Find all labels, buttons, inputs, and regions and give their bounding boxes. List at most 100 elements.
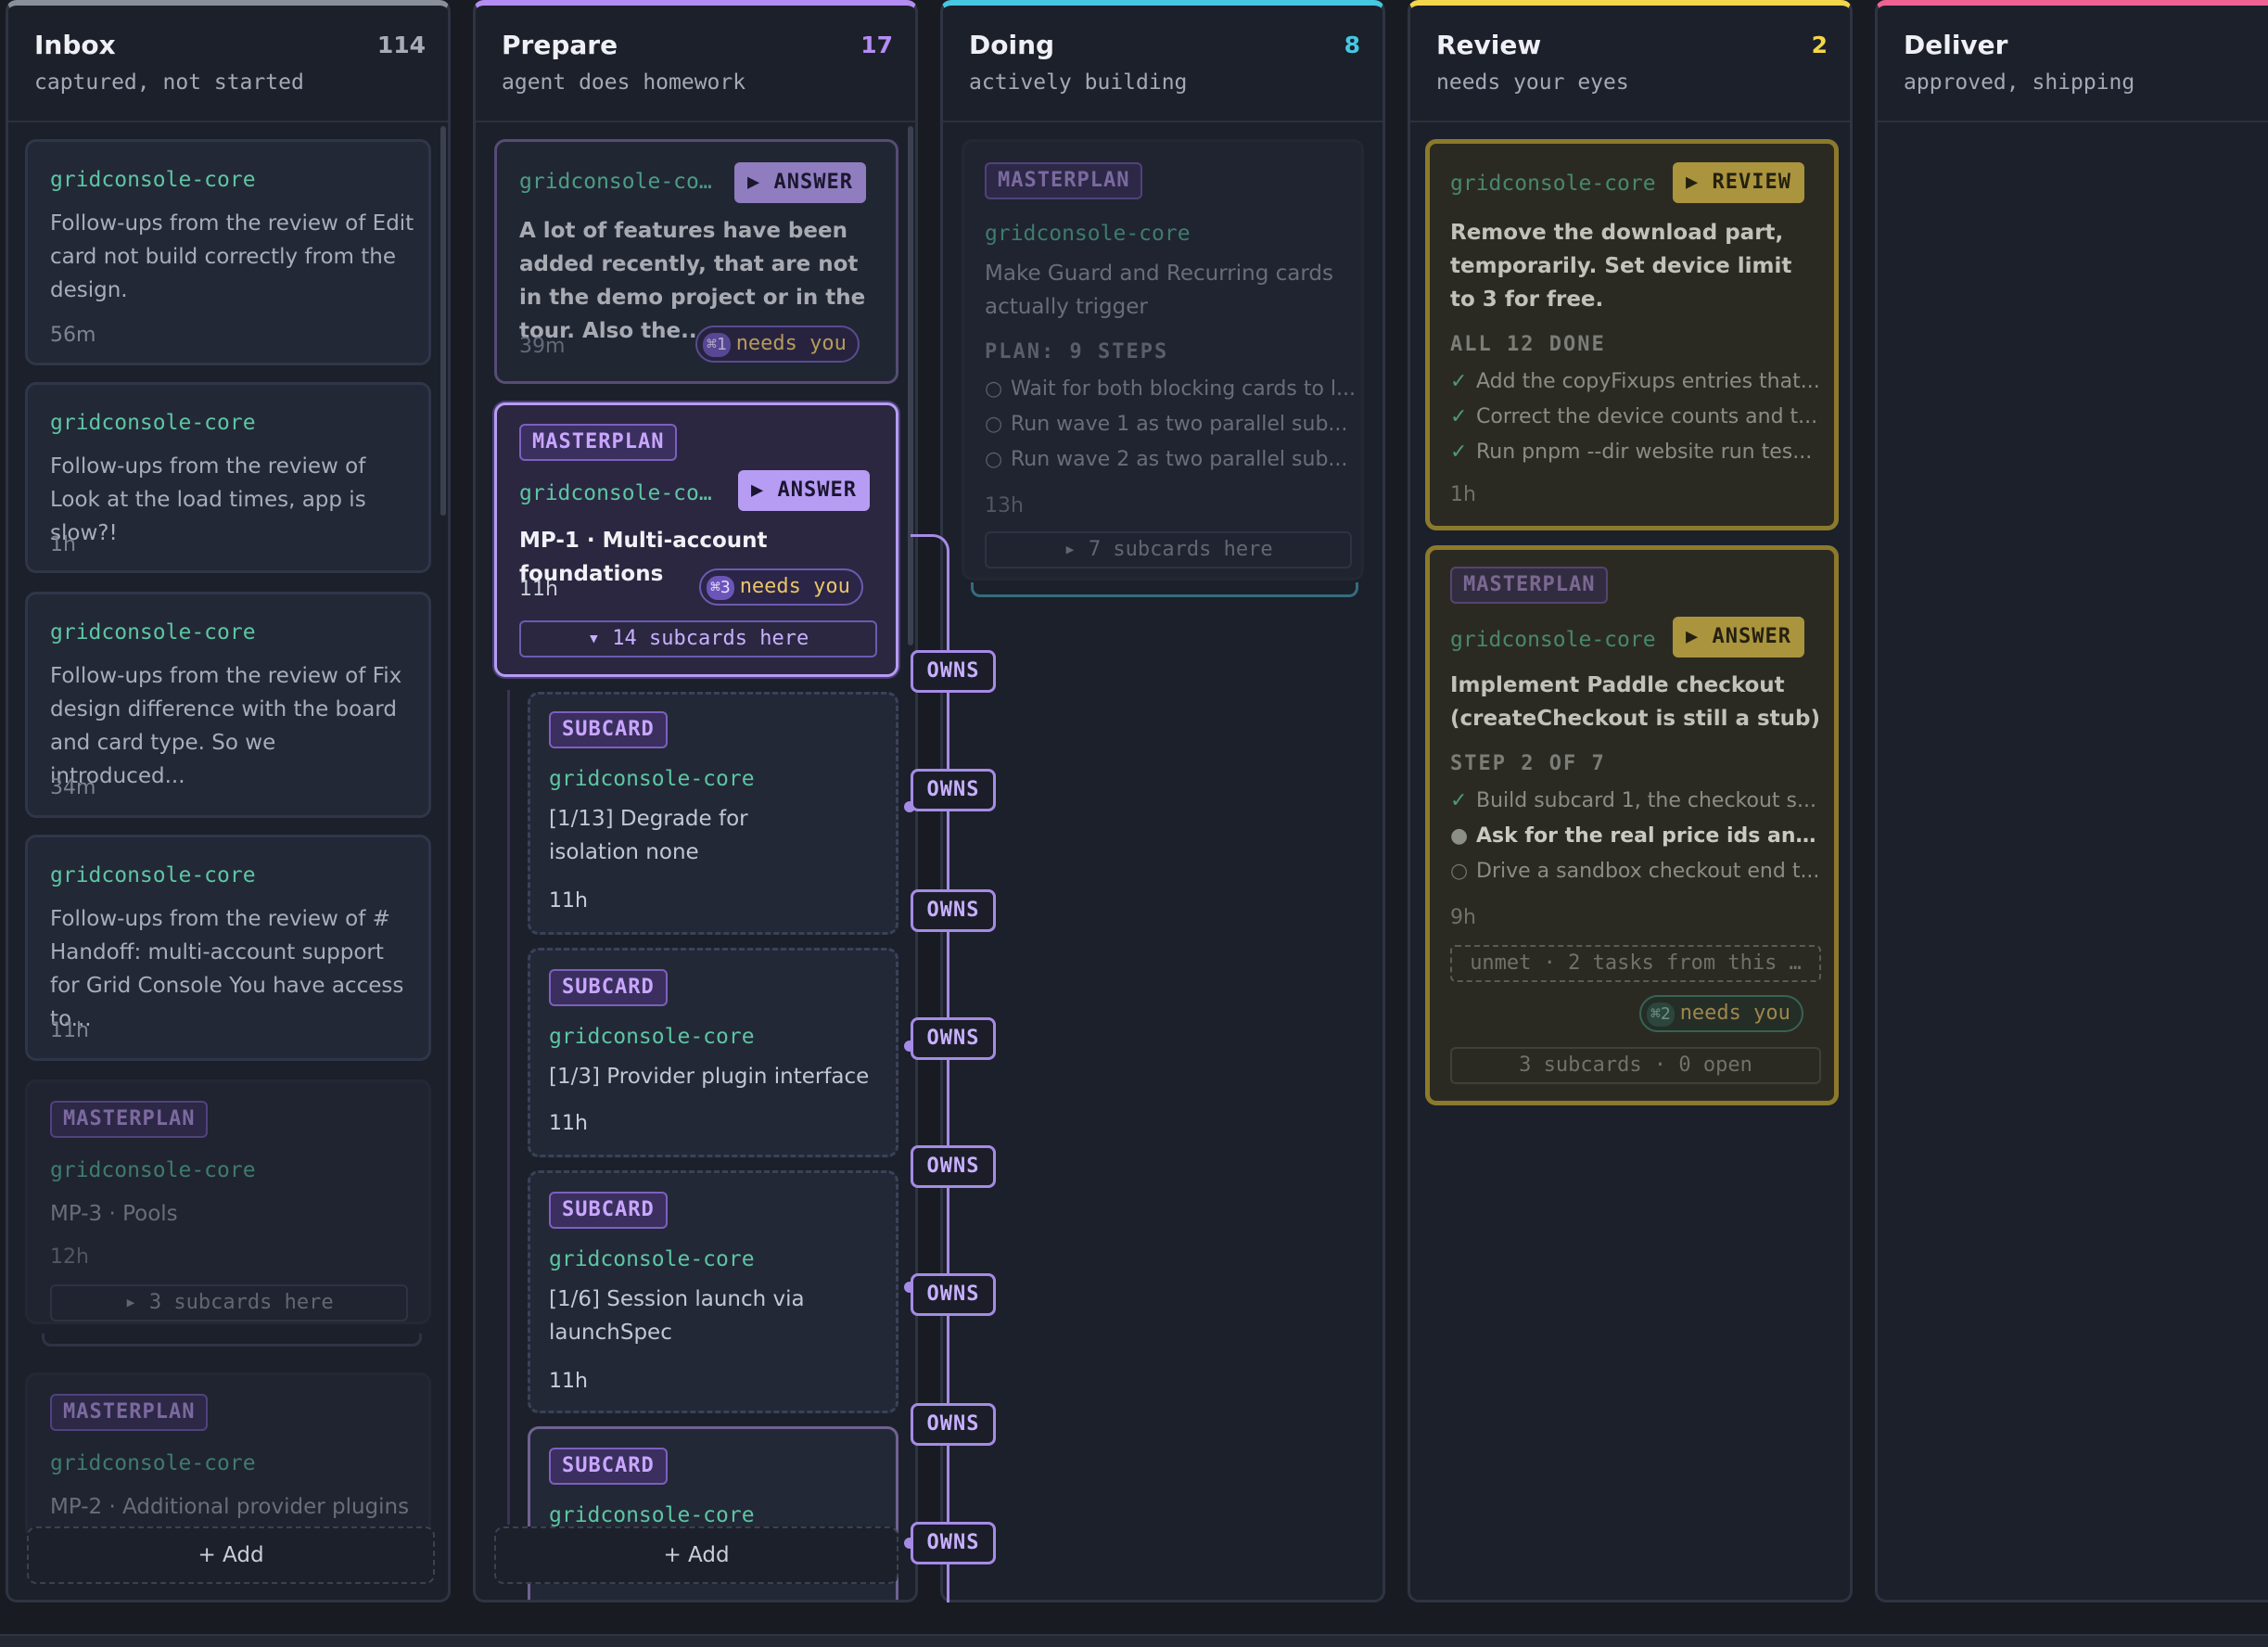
column-subtitle: agent does homework (502, 70, 746, 95)
review-card[interactable]: gridconsole-core ▶ REVIEW Remove the dow… (1425, 139, 1839, 530)
check-icon: ✓ (1450, 789, 1468, 812)
subcard[interactable]: SUBCARD gridconsole-core [1/13] Degrade … (528, 692, 898, 935)
repo-label: gridconsole-core (985, 222, 1191, 246)
column-title: Doing (969, 30, 1055, 60)
card-text: [1/6] Session launch via launchSpec (549, 1287, 805, 1345)
masterplan-card-mp1[interactable]: MASTERPLAN gridconsole-co… ▶ ANSWER MP-1… (494, 402, 898, 677)
review-masterplan-card[interactable]: MASTERPLAN gridconsole-core ▶ ANSWER Imp… (1425, 545, 1839, 1105)
card-age: 11h (549, 1112, 588, 1135)
repo-label: gridconsole-core (1450, 628, 1656, 652)
answer-button[interactable]: ▶ ANSWER (1673, 617, 1804, 658)
card-age: 11h (519, 578, 558, 601)
repo-label: gridconsole-core (50, 1158, 256, 1182)
plan-step: ○ Run wave 1 as two parallel sub... (985, 413, 1356, 436)
answer-button[interactable]: ▶ ANSWER (738, 470, 870, 511)
card-stack-edge (971, 582, 1358, 597)
owns-label: OWNS (911, 769, 996, 811)
column-doing: Doing 8 actively building MASTERPLAN gri… (940, 0, 1385, 1602)
step-text: Drive a sandbox checkout end t... (1476, 860, 1820, 883)
status-label: ALL 12 DONE (1450, 333, 1606, 356)
shortcut-key: ⌘3 (707, 576, 734, 600)
column-review: Review 2 needs your eyes gridconsole-cor… (1408, 0, 1853, 1602)
answer-button[interactable]: ▶ ANSWER (734, 162, 866, 203)
check-icon: ✓ (1450, 405, 1468, 428)
card-age: 12h (50, 1245, 89, 1269)
card-title: Remove the download part, temporarily. S… (1450, 221, 1792, 312)
step-text: Add the copyFixups entries that... (1476, 370, 1820, 393)
column-title: Deliver (1904, 30, 2008, 60)
add-card-button[interactable]: + Add (494, 1526, 898, 1584)
card-text: Make Guard and Recurring cards actually … (985, 262, 1334, 319)
column-title: Review (1436, 30, 1542, 60)
subcard-tag: SUBCARD (549, 711, 668, 748)
kanban-board: Inbox 114 captured, not started gridcons… (0, 0, 2268, 1647)
needs-you-badge[interactable]: ⌘1 needs you (695, 326, 860, 363)
plan-step: ○ Drive a sandbox checkout end t... (1450, 860, 1821, 883)
pending-icon: ○ (985, 377, 1003, 401)
repo-label: gridconsole-core (50, 863, 256, 887)
inbox-card[interactable]: gridconsole-core Follow-ups from the rev… (25, 835, 431, 1061)
column-header: Review 2 needs your eyes (1410, 6, 1850, 122)
owns-label: OWNS (911, 1145, 996, 1188)
current-step-icon: ● (1450, 824, 1469, 848)
badge-label: needs you (739, 575, 850, 598)
inbox-card[interactable]: gridconsole-core Follow-ups from the rev… (25, 382, 431, 573)
repo-label: gridconsole-co… (519, 170, 712, 194)
plan-step: ✓ Run pnpm --dir website run tes... (1450, 440, 1821, 464)
step-text: Run pnpm --dir website run tes... (1476, 440, 1813, 464)
step-text: Wait for both blocking cards to l... (1011, 377, 1356, 401)
subcards-toggle[interactable]: ▾ 14 subcards here (519, 620, 877, 658)
masterplan-tag: MASTERPLAN (519, 424, 678, 461)
prepare-card[interactable]: gridconsole-co… ▶ ANSWER A lot of featur… (494, 139, 898, 384)
card-stack-edge (42, 1334, 422, 1347)
column-deliver: Deliver approved, shipping (1875, 0, 2268, 1602)
inbox-card[interactable]: gridconsole-core Follow-ups from the rev… (25, 139, 431, 365)
column-inbox: Inbox 114 captured, not started gridcons… (6, 0, 451, 1602)
card-age: 11h (549, 889, 588, 913)
masterplan-card-mp2[interactable]: MASTERPLAN gridconsole-core MP-2 · Addit… (25, 1372, 431, 1539)
masterplan-card-mp3[interactable]: MASTERPLAN gridconsole-core MP-3 · Pools… (25, 1079, 431, 1324)
column-subtitle: actively building (969, 70, 1188, 95)
column-title: Prepare (502, 30, 618, 60)
column-subtitle: approved, shipping (1904, 70, 2135, 95)
pending-icon: ○ (985, 413, 1003, 436)
step-text: Run wave 1 as two parallel sub... (1011, 413, 1348, 436)
repo-label: gridconsole-core (50, 1451, 256, 1475)
card-age: 1h (50, 533, 76, 556)
card-title: MP-3 · Pools (50, 1202, 178, 1226)
unmet-dependencies[interactable]: unmet · 2 tasks from this … (1450, 945, 1821, 982)
masterplan-tag: MASTERPLAN (50, 1101, 209, 1138)
subcard-rail (507, 690, 510, 1525)
doing-masterplan-card[interactable]: MASTERPLAN gridconsole-core Make Guard a… (962, 139, 1364, 581)
owns-label: OWNS (911, 889, 996, 932)
plan-step: ✓ Correct the device counts and t... (1450, 405, 1821, 428)
repo-label: gridconsole-core (1450, 172, 1656, 196)
card-age: 39m (519, 335, 566, 358)
card-text: Follow-ups from the review of Fix design… (50, 664, 402, 788)
check-icon: ✓ (1450, 370, 1468, 393)
card-text: [1/3] Provider plugin interface (549, 1065, 870, 1089)
owns-label: OWNS (911, 1403, 996, 1446)
add-card-button[interactable]: + Add (27, 1526, 435, 1584)
card-age: 34m (50, 776, 96, 799)
subcard[interactable]: SUBCARD gridconsole-core [1/6] Session l… (528, 1170, 898, 1413)
subcard[interactable]: SUBCARD gridconsole-core [1/3] Provider … (528, 948, 898, 1157)
review-button[interactable]: ▶ REVIEW (1673, 162, 1804, 203)
subcards-summary[interactable]: 3 subcards · 0 open (1450, 1047, 1821, 1084)
repo-label: gridconsole-core (50, 168, 256, 192)
repo-label: gridconsole-core (549, 1247, 755, 1271)
repo-label: gridconsole-core (549, 767, 755, 791)
needs-you-badge[interactable]: ⌘3 needs you (699, 568, 863, 606)
subcards-toggle[interactable]: ▸ 3 subcards here (50, 1284, 408, 1321)
scrollbar[interactable] (440, 126, 446, 516)
subcards-toggle[interactable]: ▸ 7 subcards here (985, 531, 1352, 568)
card-text: Follow-ups from the review of # Handoff:… (50, 907, 404, 1031)
status-label: STEP 2 OF 7 (1450, 752, 1606, 775)
repo-label: gridconsole-core (50, 411, 256, 435)
badge-label: needs you (1679, 1002, 1790, 1025)
column-header: Deliver approved, shipping (1878, 6, 2268, 122)
needs-you-badge[interactable]: ⌘2 needs you (1639, 995, 1803, 1032)
shortcut-key: ⌘2 (1647, 1002, 1675, 1027)
horizontal-scrollbar[interactable] (0, 1634, 2268, 1647)
inbox-card[interactable]: gridconsole-core Follow-ups from the rev… (25, 592, 431, 818)
